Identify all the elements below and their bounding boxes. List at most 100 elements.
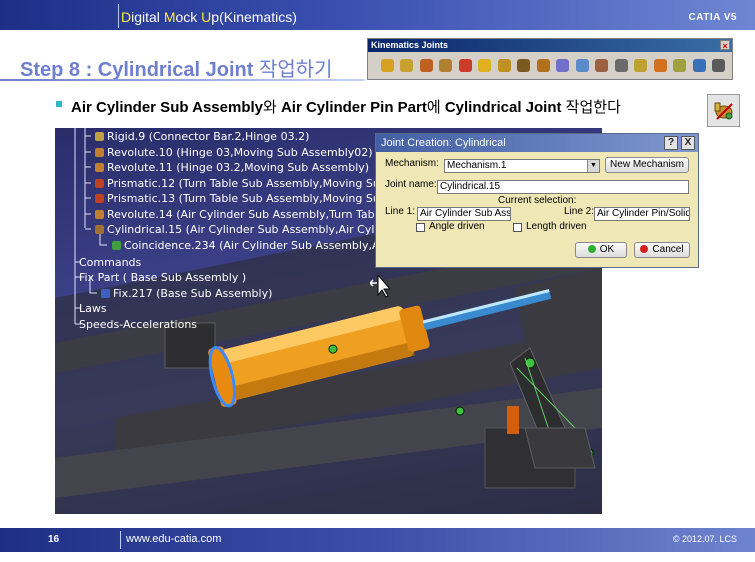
axis-system-joint-icon-glyph (712, 58, 726, 72)
planar-joint-icon[interactable] (495, 55, 514, 75)
cv-joint-icon[interactable] (632, 55, 651, 75)
dialog-help-button[interactable]: ? (664, 136, 678, 150)
title-letter-d: D (121, 9, 132, 25)
footer-url[interactable]: www.edu-catia.com (126, 533, 221, 545)
tree-node[interactable]: Coincidence.234 (Air Cylinder Sub Assemb… (112, 239, 405, 253)
angle-driven-checkbox[interactable] (416, 223, 425, 232)
roll-curve-joint-icon-glyph (575, 58, 589, 72)
instruction-part1: Air Cylinder Sub Assembly (71, 99, 263, 116)
rigid-joint-icon[interactable] (515, 55, 534, 75)
point-surface-joint-icon-glyph (595, 58, 609, 72)
tree-node[interactable]: Prismatic.12 (Turn Table Sub Assembly,Mo… (95, 177, 398, 191)
toolbar-titlebar[interactable]: Kinematics Joints × (368, 39, 732, 52)
prismatic-joint-icon[interactable] (417, 55, 436, 75)
screw-joint-icon-glyph (458, 58, 472, 72)
cancel-button[interactable]: Cancel (634, 242, 690, 258)
instruction-kr3: 작업한다 (565, 99, 621, 116)
revolute-joint-icon[interactable] (398, 55, 417, 75)
line1-field[interactable]: Air Cylinder Sub Ass (417, 207, 511, 221)
footer-divider (120, 531, 121, 549)
title-part-digital: igital (131, 9, 164, 25)
slide-curve-joint-icon[interactable] (554, 55, 573, 75)
tree-node[interactable]: Rigid.9 (Connector Bar.2,Hinge 03.2) (95, 130, 309, 144)
point-curve-joint-icon[interactable] (534, 55, 553, 75)
instruction-part2: Air Cylinder Pin Part (280, 99, 427, 116)
cylindrical-joint-icon[interactable] (437, 55, 456, 75)
length-driven-checkbox[interactable] (513, 223, 522, 232)
mechanism-icon-glyph (380, 58, 394, 72)
header-banner (0, 0, 755, 30)
ok-button[interactable]: OK (575, 242, 627, 258)
spherical-joint-icon-glyph (478, 58, 492, 72)
joint-name-input[interactable]: Cylindrical.15 (437, 180, 689, 194)
axis-system-joint-icon[interactable] (710, 55, 729, 75)
instruction-part3: Cylindrical Joint (444, 99, 566, 116)
point-surface-joint-icon[interactable] (593, 55, 612, 75)
tree-node-icon (95, 148, 104, 157)
instruction-kr2: 에 (426, 99, 445, 116)
tree-node[interactable]: Prismatic.13 (Turn Table Sub Assembly,Mo… (95, 192, 398, 206)
brand-label: CATIA V5 (688, 12, 737, 23)
footer-bar: 16 www.edu-catia.com © 2012.07. LCS (0, 528, 755, 552)
cylindrical-joint-button[interactable] (707, 94, 740, 127)
prismatic-joint-icon-glyph (419, 58, 433, 72)
ok-label: OK (599, 244, 615, 255)
mechanism-dropdown[interactable]: Mechanism.1 ▼ (444, 159, 600, 173)
rack-joint-icon-glyph (673, 58, 687, 72)
title-letter-u: U (201, 9, 212, 25)
rack-joint-icon[interactable] (671, 55, 690, 75)
screw-joint-icon[interactable] (456, 55, 475, 75)
title-letter-m: M (163, 9, 176, 25)
new-mechanism-button[interactable]: New Mechanism (605, 157, 689, 173)
dialog-close-button[interactable]: X (681, 136, 695, 150)
tree-node-label: Prismatic.13 (Turn Table Sub Assembly,Mo… (107, 192, 398, 205)
chevron-down-icon[interactable]: ▼ (587, 160, 599, 172)
cable-joint-icon[interactable] (690, 55, 709, 75)
page-number: 16 (48, 534, 60, 545)
line2-field[interactable]: Air Cylinder Pin/Solid (594, 207, 690, 221)
angle-driven-label: Angle driven (429, 221, 485, 232)
toolbar-icon-row (368, 52, 732, 75)
toolbar-close-button[interactable]: × (720, 40, 730, 51)
tree-node-label: Revolute.11 (Hinge 03.2,Moving Sub Assem… (107, 161, 370, 174)
tree-node-label: Speeds-Accelerations (79, 318, 198, 331)
tree-node-icon (95, 163, 104, 172)
header-title: Digital Mock Up(Kinematics) (121, 9, 297, 25)
cancel-icon (640, 245, 649, 253)
tree-node[interactable]: Commands (79, 256, 141, 270)
tree-node-label: Commands (79, 256, 142, 269)
ok-icon (587, 245, 596, 253)
step-title-en: Step 8 : Cylindrical Joint (20, 59, 259, 81)
tree-node[interactable]: Speeds-Accelerations (79, 318, 197, 332)
length-driven-label: Length driven (526, 221, 587, 232)
tree-node[interactable]: Laws (79, 302, 107, 316)
title-part-up: p(Kinematics) (211, 9, 297, 25)
tree-node[interactable]: Revolute.14 (Air Cylinder Sub Assembly,T… (95, 208, 395, 222)
gear-joint-icon[interactable] (651, 55, 670, 75)
tree-node-label: Revolute.14 (Air Cylinder Sub Assembly,T… (107, 208, 395, 221)
dialog-titlebar[interactable]: Joint Creation: Cylindrical ? X (376, 134, 698, 152)
tree-node[interactable]: Revolute.11 (Hinge 03.2,Moving Sub Assem… (95, 161, 369, 175)
tree-node-label: Coincidence.234 (Air Cylinder Sub Assemb… (124, 239, 405, 252)
tree-node-icon (95, 225, 104, 234)
tree-node[interactable]: Fix Part ( Base Sub Assembly ) (79, 271, 246, 285)
mechanism-icon[interactable] (378, 55, 397, 75)
tree-node[interactable]: Revolute.10 (Hinge 03,Moving Sub Assembl… (95, 146, 373, 160)
tree-node[interactable]: Fix.217 (Base Sub Assembly) (101, 287, 272, 301)
header-divider (118, 4, 119, 28)
tree-node-icon (112, 241, 121, 250)
current-selection-label: Current selection: (498, 195, 577, 206)
mechanism-label: Mechanism: (385, 158, 439, 169)
spherical-joint-icon[interactable] (476, 55, 495, 75)
tree-node[interactable]: Cylindrical.15 (Air Cylinder Sub Assembl… (95, 223, 403, 237)
title-part-mock: ock (175, 9, 202, 25)
tree-node-icon (95, 194, 104, 203)
rigid-joint-icon-glyph (517, 58, 531, 72)
roll-curve-joint-icon[interactable] (573, 55, 592, 75)
revolute-joint-icon-glyph (400, 58, 414, 72)
universal-joint-icon[interactable] (612, 55, 631, 75)
instruction-kr1: 와 (263, 99, 281, 116)
cable-joint-icon-glyph (692, 58, 706, 72)
tree-node-label: Rigid.9 (Connector Bar.2,Hinge 03.2) (107, 130, 310, 143)
kinematics-joints-toolbar: Kinematics Joints × (367, 38, 733, 80)
